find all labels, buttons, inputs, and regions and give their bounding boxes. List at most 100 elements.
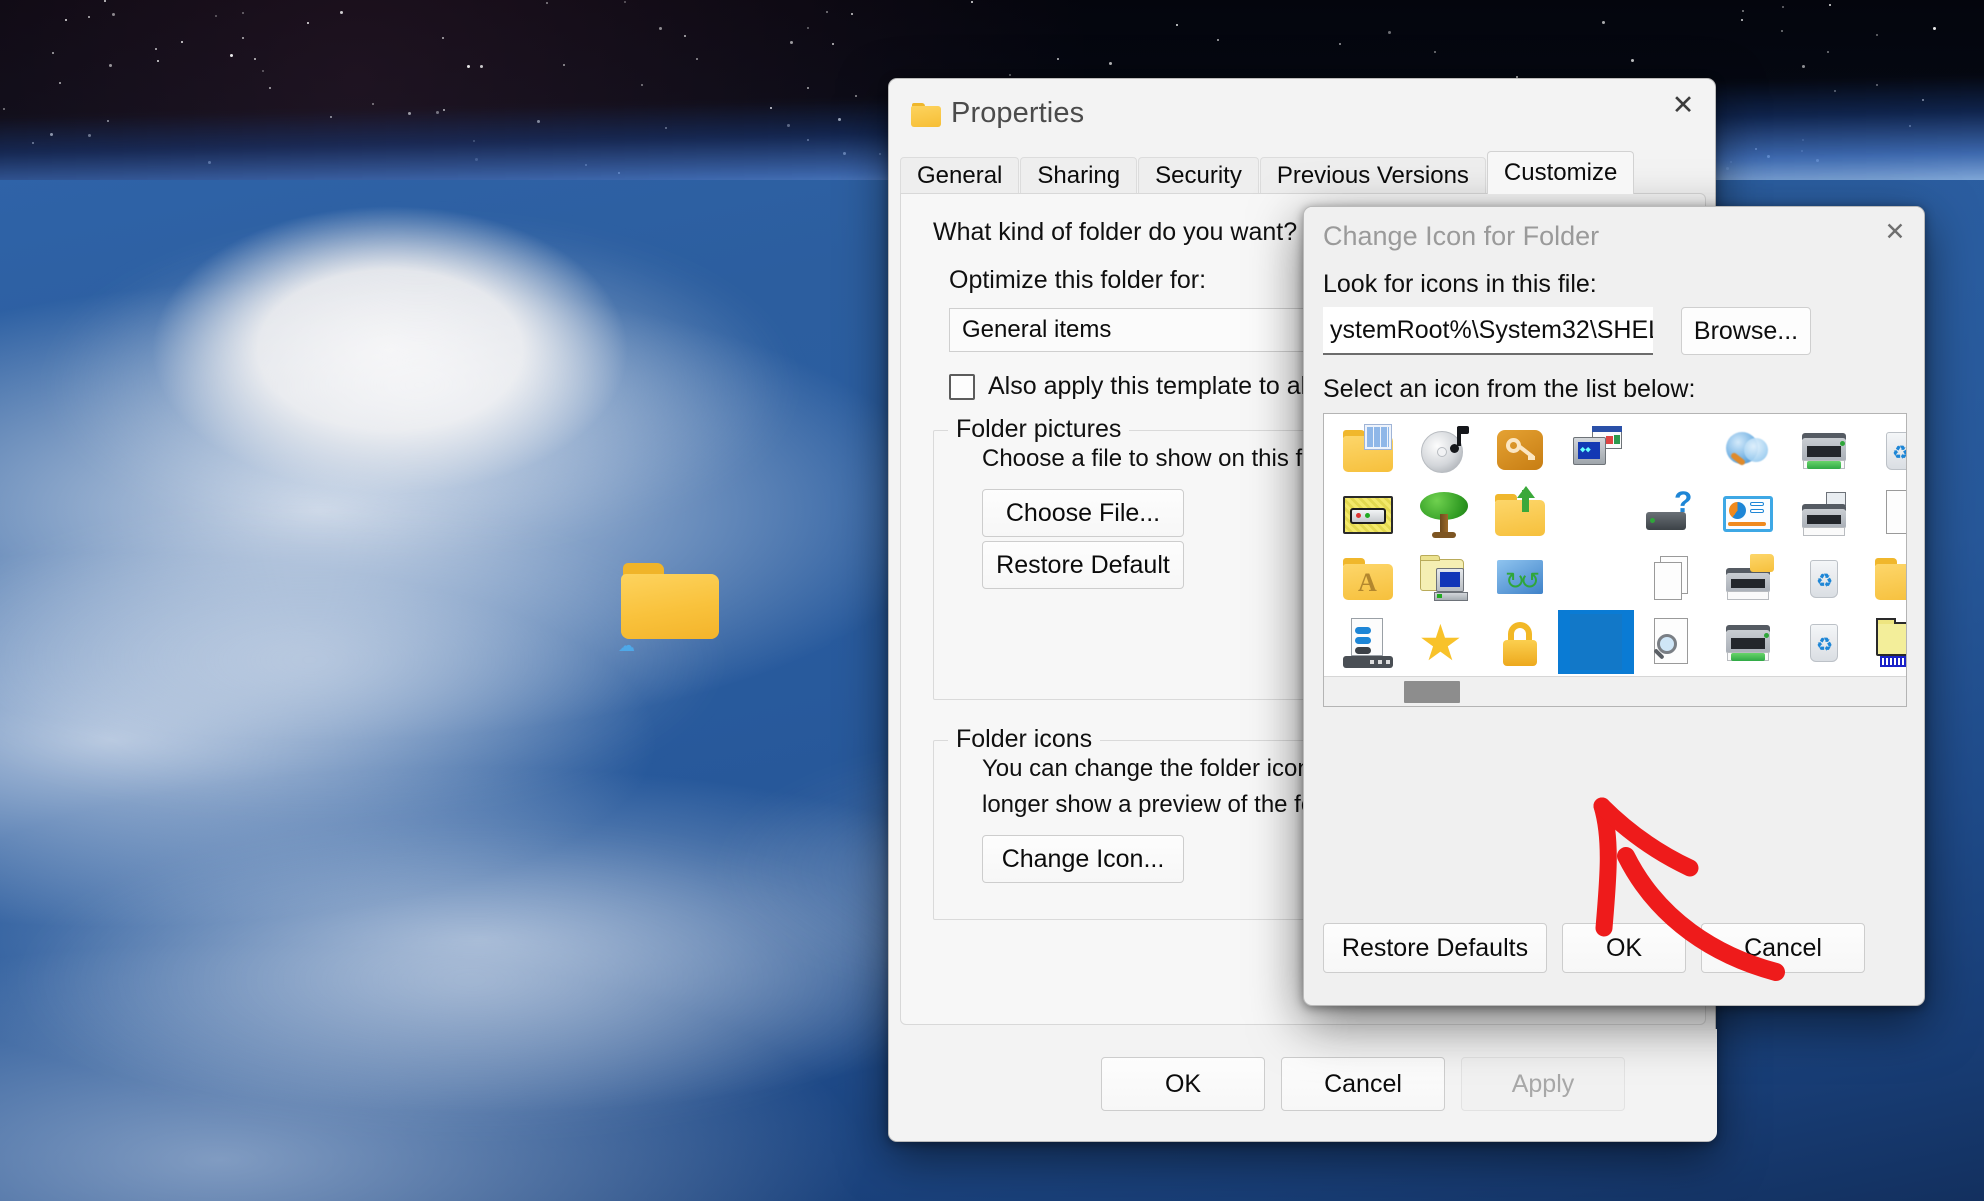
tab-sharing[interactable]: Sharing: [1020, 157, 1138, 194]
star: [683, 35, 686, 38]
star-icon: ★: [1418, 615, 1463, 671]
desktop: ☁ Properties ✕ General Sharing Security …: [0, 0, 1984, 1201]
change-icon-ok-button[interactable]: OK: [1562, 923, 1686, 973]
restore-default-button[interactable]: Restore Default: [982, 541, 1184, 589]
icon-cell-folder-blueprint-icon[interactable]: [1862, 610, 1906, 674]
icon-cell-printer-fax-icon[interactable]: [1786, 482, 1862, 546]
star: [229, 53, 233, 57]
icon-cell-blue-square-icon[interactable]: [1558, 610, 1634, 674]
tree-icon: [1416, 486, 1472, 542]
icon-file-path-input[interactable]: ystemRoot%\System32\SHELL32.dll: [1323, 307, 1653, 355]
icon-cell-tree-icon[interactable]: [1406, 482, 1482, 546]
properties-apply-button[interactable]: Apply: [1461, 1057, 1625, 1111]
blue-square-icon: [1568, 614, 1624, 670]
properties-ok-button[interactable]: OK: [1101, 1057, 1265, 1111]
icon-cell-documents-stack-icon[interactable]: [1634, 546, 1710, 610]
tab-customize[interactable]: Customize: [1486, 151, 1635, 194]
scanner-folder-icon: [1340, 486, 1396, 542]
star: [441, 36, 444, 39]
icon-cell-document-search-icon[interactable]: [1634, 610, 1710, 674]
folder-plain-icon: [1872, 550, 1906, 606]
apply-template-checkbox[interactable]: [949, 373, 975, 400]
icon-cell-recycle-bin-icon[interactable]: ♻: [1786, 610, 1862, 674]
icon-cell-search-globe-icon[interactable]: [1710, 418, 1786, 482]
icon-cell-document-page-icon[interactable]: [1862, 482, 1906, 546]
icon-cell-empty: [1558, 482, 1634, 546]
network-computer-icon: ◆◆: [1568, 422, 1624, 478]
star: [562, 63, 565, 66]
icon-cell-folder-with-grid-icon[interactable]: [1330, 418, 1406, 482]
icon-cell-audio-cd-icon[interactable]: [1406, 418, 1482, 482]
search-globe-icon: [1720, 422, 1776, 478]
change-icon-button[interactable]: Change Icon...: [982, 835, 1184, 883]
icon-cell-scanner-folder-icon[interactable]: [1330, 482, 1406, 546]
properties-cancel-button[interactable]: Cancel: [1281, 1057, 1445, 1111]
icon-cell-star-icon[interactable]: ★: [1406, 610, 1482, 674]
star: [659, 26, 663, 30]
printer-folder-icon: [1720, 550, 1776, 606]
icon-cell-key-icon[interactable]: [1482, 418, 1558, 482]
document-page-icon: [1872, 486, 1906, 542]
printer-green-icon: [1796, 422, 1852, 478]
folder-font-a-icon: A: [1340, 550, 1396, 606]
recycle-bin-icon: ♻: [1796, 614, 1852, 670]
folder-icons-description-line1: You can change the folder icon. I: [982, 755, 1331, 782]
blank-cell: [1568, 550, 1624, 606]
icon-cell-folder-up-arrow-icon[interactable]: [1482, 482, 1558, 546]
folder-icon: [911, 103, 941, 127]
tab-security[interactable]: Security: [1138, 157, 1259, 194]
star: [1826, 50, 1829, 53]
icon-cell-empty: [1634, 418, 1710, 482]
recycle-bin-icon: ♻: [1872, 422, 1906, 478]
desktop-folder-icon[interactable]: ☁: [618, 563, 719, 654]
folder-pictures-title: Folder pictures: [948, 415, 1130, 444]
icon-cell-printer-green-icon[interactable]: [1786, 418, 1862, 482]
star: [108, 63, 112, 67]
star: [623, 0, 626, 3]
horizontal-scrollbar[interactable]: [1324, 676, 1906, 706]
close-icon[interactable]: ✕: [1651, 79, 1715, 131]
icon-cell-lock-icon[interactable]: [1482, 610, 1558, 674]
close-icon[interactable]: ✕: [1866, 207, 1924, 257]
icon-list[interactable]: ◆◆ ♻? A ↻↺ ♻ ★ ♻: [1323, 413, 1907, 707]
folder-icons-title: Folder icons: [948, 725, 1101, 754]
folder-kind-question: What kind of folder do you want?: [933, 218, 1298, 246]
icon-cell-folder-plain-icon[interactable]: [1862, 546, 1906, 610]
icon-cell-printer-folder-icon[interactable]: [1710, 546, 1786, 610]
tab-general[interactable]: General: [900, 157, 1020, 194]
icon-cell-folder-font-a-icon[interactable]: A: [1330, 546, 1406, 610]
tab-previous-versions[interactable]: Previous Versions: [1259, 157, 1486, 194]
icon-cell-drive-question-icon[interactable]: ?: [1634, 482, 1710, 546]
restore-defaults-button[interactable]: Restore Defaults: [1323, 923, 1547, 973]
star: [1741, 10, 1744, 13]
icon-cell-recycle-bin-icon[interactable]: ♻: [1862, 418, 1906, 482]
star: [103, 0, 106, 3]
icon-cell-settings-list-icon[interactable]: [1330, 610, 1406, 674]
icon-cell-sync-arrows-icon[interactable]: ↻ ↺: [1482, 546, 1558, 610]
apply-template-row[interactable]: Also apply this template to all: [949, 372, 1312, 401]
folder-up-arrow-icon: [1492, 486, 1548, 542]
change-icon-title: Change Icon for Folder: [1323, 221, 1600, 251]
icon-cell-empty: [1558, 546, 1634, 610]
optimize-folder-select[interactable]: General items: [949, 308, 1349, 352]
folder-body: [621, 574, 719, 639]
lock-icon: [1492, 614, 1548, 670]
printer-green-icon: [1720, 614, 1776, 670]
optimize-label: Optimize this folder for:: [949, 266, 1207, 294]
blank-cell: [1644, 422, 1700, 478]
icon-cell-network-computer-icon[interactable]: ◆◆: [1558, 418, 1634, 482]
star: [1108, 61, 1112, 65]
icon-cell-chart-monitor-icon[interactable]: [1710, 482, 1786, 546]
star: [826, 10, 829, 13]
scrollbar-thumb[interactable]: [1404, 681, 1460, 703]
change-icon-cancel-button[interactable]: Cancel: [1701, 923, 1865, 973]
choose-file-button[interactable]: Choose File...: [982, 489, 1184, 537]
icon-cell-recycle-bin-icon[interactable]: ♻: [1786, 546, 1862, 610]
properties-tab-strip: General Sharing Security Previous Versio…: [900, 151, 1706, 194]
icon-cell-printer-green-icon[interactable]: [1710, 610, 1786, 674]
star: [261, 69, 264, 72]
change-icon-titlebar: Change Icon for Folder ✕: [1304, 207, 1924, 269]
icon-cell-folder-computer-icon[interactable]: [1406, 546, 1482, 610]
browse-button[interactable]: Browse...: [1681, 307, 1811, 355]
properties-footer: OK Cancel Apply: [889, 1029, 1717, 1141]
